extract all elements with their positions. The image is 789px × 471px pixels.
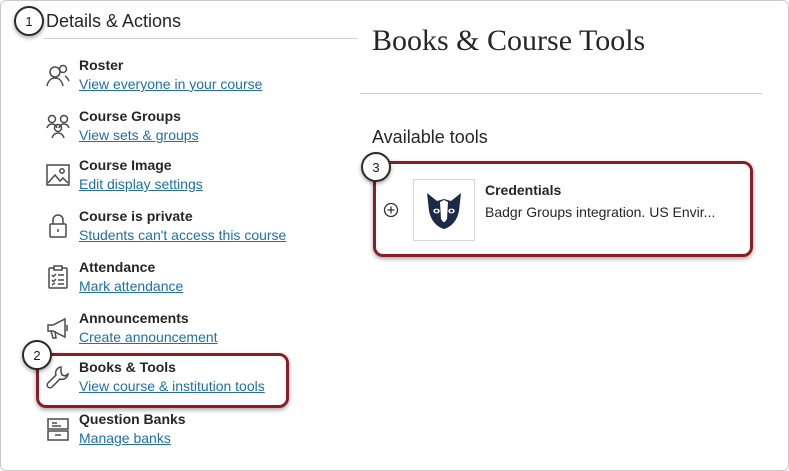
wrench-icon (44, 363, 72, 391)
sidebar-title: Details & Actions (46, 11, 182, 31)
badger-logo-icon (413, 179, 475, 241)
sidebar-divider (44, 38, 358, 39)
image-icon (44, 161, 72, 189)
sidebar-item-title: Roster (79, 57, 124, 73)
course-privacy-link[interactable]: Students can't access this course (79, 227, 286, 243)
books-tools-link[interactable]: View course & institution tools (79, 378, 265, 394)
tool-description: Badgr Groups integration. US Envir... (485, 204, 716, 220)
add-circle-icon[interactable] (383, 202, 399, 218)
megaphone-icon (44, 314, 72, 342)
page-title: Books & Course Tools (372, 24, 646, 57)
tool-card-credentials: Credentials Badgr Groups integration. US… (377, 164, 751, 255)
announcements-link[interactable]: Create announcement (79, 329, 218, 345)
question-bank-icon (44, 415, 72, 443)
roster-link[interactable]: View everyone in your course (79, 76, 262, 92)
sidebar-item-title: Attendance (79, 259, 156, 275)
question-banks-link[interactable]: Manage banks (79, 430, 171, 446)
sidebar-item-title: Course Groups (79, 108, 181, 124)
sidebar-item-announcements: Announcements Create announcement (44, 310, 324, 354)
sidebar-item-attendance: Attendance Mark attendance (44, 259, 324, 303)
sidebar-item-title: Question Banks (79, 411, 186, 427)
tool-name: Credentials (485, 182, 562, 198)
step-2-marker: 2 (22, 340, 52, 370)
sidebar-item-question-banks: Question Banks Manage banks (44, 411, 324, 455)
sidebar-item-title: Books & Tools (79, 359, 176, 375)
roster-icon (44, 61, 72, 89)
course-groups-link[interactable]: View sets & groups (79, 127, 199, 143)
title-divider (360, 93, 762, 94)
sidebar-item-course-image: Course Image Edit display settings (44, 157, 324, 201)
sidebar-item-title: Course Image (79, 157, 172, 173)
lock-icon (44, 212, 72, 240)
sidebar-item-title: Announcements (79, 310, 189, 326)
attendance-link[interactable]: Mark attendance (79, 278, 183, 294)
attendance-icon (44, 263, 72, 291)
sidebar-item-roster: Roster View everyone in your course (44, 57, 324, 101)
sidebar-item-course-private: Course is private Students can't access … (44, 208, 324, 252)
groups-icon (44, 112, 72, 140)
available-tools-heading: Available tools (372, 127, 488, 147)
step-3-marker: 3 (361, 152, 391, 182)
sidebar-item-title: Course is private (79, 208, 193, 224)
step-1-marker: 1 (14, 6, 44, 36)
sidebar-item-books-tools: Books & Tools View course & institution … (44, 359, 324, 403)
sidebar-item-course-groups: Course Groups View sets & groups (44, 108, 324, 152)
course-image-link[interactable]: Edit display settings (79, 176, 203, 192)
